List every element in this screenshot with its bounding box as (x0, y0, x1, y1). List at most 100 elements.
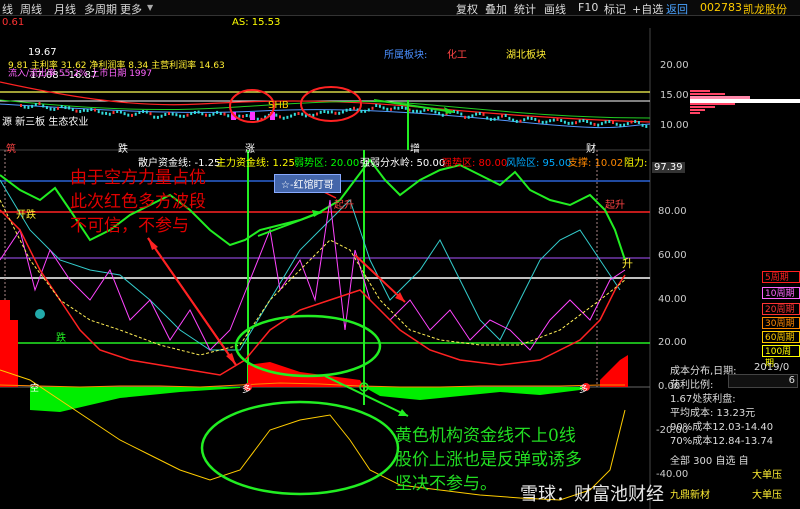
candle (615, 122, 618, 126)
candle (42, 104, 45, 108)
candle (626, 122, 629, 126)
candle (382, 106, 385, 110)
stock-group-tabs[interactable]: 全部 300 自选 自 (670, 452, 749, 467)
red-anno-line-1: 由于空方力量占优 (70, 168, 206, 188)
candle (334, 111, 337, 115)
candle (593, 122, 596, 126)
watermark-text: 雪球：财富池财经 (520, 484, 664, 505)
red-annotation: 由于空方力量占优 此次红色多方波段 不可信，不参与 (70, 166, 206, 238)
candle (567, 121, 570, 125)
candle (634, 120, 637, 124)
candle (630, 120, 633, 124)
candle (641, 123, 644, 127)
candle (556, 118, 559, 122)
candle (23, 105, 26, 109)
candle (534, 117, 537, 121)
candle (82, 108, 85, 112)
candle (353, 106, 355, 110)
candle (441, 113, 444, 117)
candle (523, 118, 526, 122)
sector-chemical[interactable]: 化工 (447, 46, 467, 61)
indicator-current-value: 97.39 (652, 162, 685, 173)
candle (608, 120, 611, 124)
candle (149, 112, 152, 116)
candle (578, 119, 581, 123)
candle (171, 112, 174, 116)
candle (563, 120, 566, 124)
candle (293, 112, 296, 116)
candle (375, 104, 378, 108)
stage-label-3: 涨 (245, 144, 255, 155)
candle (397, 106, 400, 110)
candle (330, 110, 333, 114)
candle (112, 111, 115, 115)
candle (390, 107, 392, 111)
bottom-stock[interactable]: 九鼎新材 (670, 486, 710, 501)
candle (560, 118, 563, 122)
candle (156, 115, 159, 119)
red-anno-line-2: 此次红色多方波段 (70, 192, 206, 212)
avg-cost: 平均成本: 13.23元 (670, 408, 756, 419)
concept-label: 源 新三板 生态农业 (2, 117, 89, 128)
cost-90: 90%成本12.03-14.40 (670, 422, 774, 433)
candle (415, 109, 418, 113)
candle (153, 115, 156, 119)
candle (201, 112, 204, 116)
candle (31, 104, 34, 108)
label-duo-2: 多 (579, 385, 589, 395)
sector-label: 所属板块: (384, 50, 428, 61)
candle (279, 115, 281, 119)
cost-title: 成本分布,日期: (670, 366, 737, 377)
candle (108, 112, 111, 116)
candle (530, 117, 533, 121)
weak-zone: 弱势区: 20.00 (294, 158, 360, 169)
watershed: 强弱分水岭: 50.00 (360, 158, 446, 169)
red-anno-line-3: 不可信，不参与 (70, 216, 189, 236)
candle (175, 113, 178, 117)
candle (186, 113, 189, 117)
candle (541, 120, 544, 124)
legend-30[interactable]: 30周期 (762, 317, 800, 329)
candle (45, 106, 48, 110)
candle (193, 111, 196, 115)
candle (97, 110, 100, 114)
candle (401, 106, 404, 110)
candle (475, 112, 478, 116)
ind-ytick-80: 80.00 (658, 206, 687, 217)
stage-label-2: 跌 (118, 144, 128, 155)
candle (504, 114, 507, 118)
candle (297, 112, 300, 116)
candle (464, 115, 466, 119)
sector-hubei[interactable]: 湖北板块 (506, 46, 546, 61)
candle (619, 123, 622, 127)
legend-10[interactable]: 10周期 (762, 287, 800, 299)
candle (538, 119, 540, 123)
candle (438, 111, 441, 115)
candle (519, 119, 522, 123)
candle (145, 110, 148, 114)
candle (508, 116, 511, 120)
cost-distribution-panel: 成本分布,日期: 2019/0 获利比例: 6 1.67处获利盘: 平均成本: … (666, 336, 800, 509)
legend-20[interactable]: 20周期 (762, 303, 800, 315)
candle (582, 119, 585, 123)
candle (20, 104, 22, 107)
support-level: 支撑: 10.02 (568, 158, 624, 169)
candle (460, 112, 463, 116)
legend-5[interactable]: 5周期 (762, 271, 800, 283)
candle (637, 121, 640, 125)
candle (471, 114, 474, 118)
candle (482, 112, 485, 116)
candle (57, 106, 59, 110)
ind-ytick-40: 40.00 (658, 294, 687, 305)
candle (208, 113, 211, 117)
candle (360, 109, 363, 113)
candle (164, 112, 167, 116)
candle (138, 110, 141, 114)
candle (604, 120, 607, 124)
candle (101, 111, 104, 115)
candle (86, 109, 89, 113)
green-anno-line-1: 黄色机构资金线不上0线 (395, 426, 576, 446)
bottom-tag: 大单压 (752, 490, 782, 501)
candle (571, 121, 574, 125)
candle (94, 108, 96, 112)
